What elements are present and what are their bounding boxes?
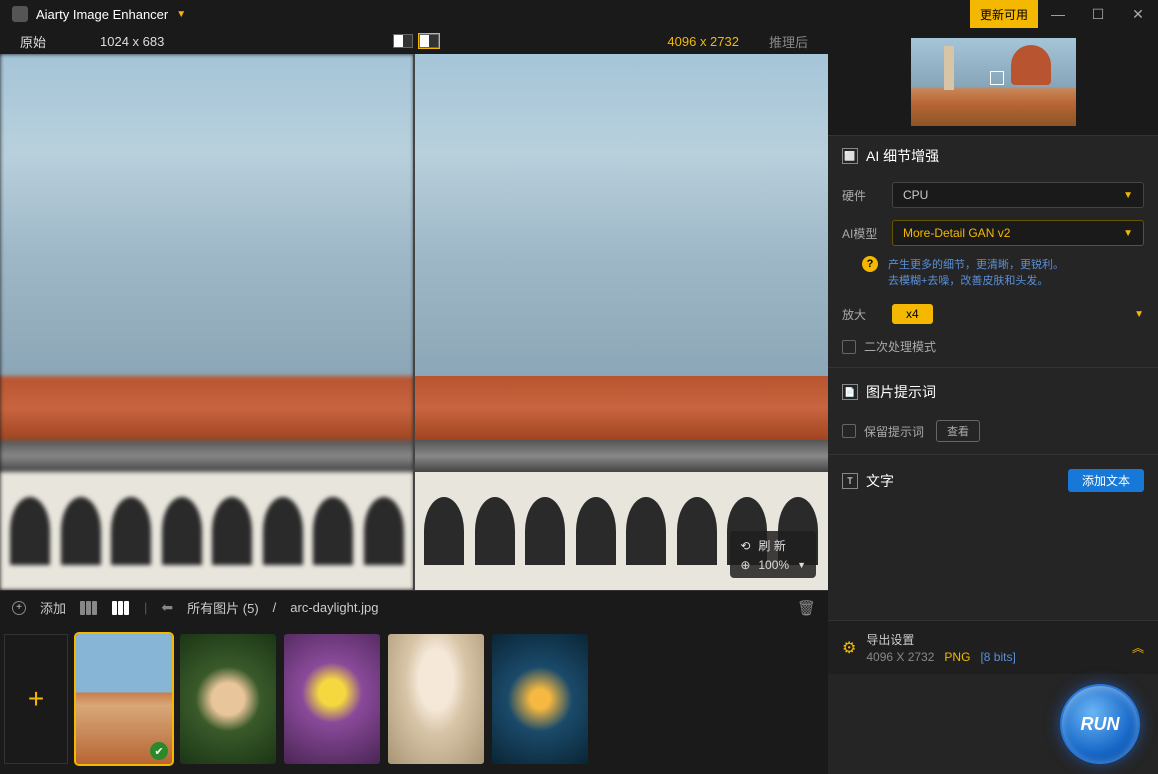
export-settings-row[interactable]: ⚙ 导出设置 4096 X 2732 PNG [8 bits] ︽ — [828, 620, 1158, 674]
model-label: AI模型 — [842, 225, 882, 242]
refresh-label[interactable]: 刷 新 — [758, 537, 785, 554]
chevron-down-icon: ▼ — [1123, 190, 1133, 201]
export-title: 导出设置 — [866, 631, 1015, 648]
app-logo — [12, 6, 28, 22]
view-strip-icon[interactable] — [112, 601, 130, 615]
zoom-value: 100% — [758, 558, 789, 572]
all-images-link[interactable]: 所有图片 (5) — [187, 598, 259, 617]
expand-chevron-icon[interactable]: ︽ — [1132, 639, 1144, 656]
thumbnail-3[interactable] — [284, 634, 380, 764]
zoom-controls: ⟲ 刷 新 ⊕ 100% ▼ — [730, 531, 816, 578]
titlebar: Aiarty Image Enhancer ▼ 更新可用 — ☐ ✕ — [0, 0, 1158, 28]
second-pass-label: 二次处理模式 — [864, 338, 936, 355]
refresh-icon[interactable]: ⟲ — [740, 539, 750, 553]
check-icon: ✔ — [150, 742, 168, 760]
breadcrumb-bar: + 添加 | ⬅ 所有图片 (5) / arc-daylight.jpg 🗑 — [0, 590, 828, 624]
back-icon[interactable]: ⬅ — [161, 599, 173, 616]
preview-area[interactable]: ⟲ 刷 新 ⊕ 100% ▼ — [0, 54, 828, 590]
hardware-select[interactable]: CPU▼ — [892, 182, 1144, 208]
ai-enhance-header: ⬜ AI 细节增强 — [828, 136, 1158, 176]
controls-panel: ⬜ AI 细节增强 硬件 CPU▼ AI模型 More-Detail GAN v… — [828, 28, 1158, 774]
current-filename: arc-daylight.jpg — [290, 600, 378, 615]
thumbnail-5[interactable] — [492, 634, 588, 764]
view-mode-single-icon[interactable] — [419, 34, 439, 48]
thumbnail-1[interactable]: ✔ — [76, 634, 172, 764]
model-description: ? 产生更多的细节，更清晰，更锐利。去模糊+去噪，改善皮肤和头发。 — [828, 252, 1158, 298]
add-image-button[interactable]: + — [4, 634, 68, 764]
thumbnail-2[interactable] — [180, 634, 276, 764]
maximize-button[interactable]: ☐ — [1078, 0, 1118, 28]
app-menu-chevron-icon[interactable]: ▼ — [176, 9, 186, 20]
dimensions-bar: 原始 1024 x 683 4096 x 2732 推理后 — [0, 28, 828, 54]
navigator-preview[interactable] — [828, 28, 1158, 136]
run-button[interactable]: RUN — [1060, 684, 1140, 764]
second-pass-checkbox[interactable] — [842, 340, 856, 354]
prompt-header: 📄 图片提示词 — [828, 372, 1158, 412]
add-text-button[interactable]: 添加文本 — [1068, 469, 1144, 492]
split-divider[interactable] — [413, 54, 415, 590]
delete-icon[interactable]: 🗑 — [797, 599, 816, 617]
view-mode-split-icon[interactable] — [393, 34, 413, 48]
scale-value-button[interactable]: x4 — [892, 304, 933, 324]
minimize-button[interactable]: — — [1038, 0, 1078, 28]
hardware-label: 硬件 — [842, 187, 882, 204]
prompt-icon: 📄 — [842, 384, 858, 400]
thumbnail-4[interactable] — [388, 634, 484, 764]
chevron-down-icon: ▼ — [1123, 228, 1133, 239]
info-icon[interactable]: ? — [862, 256, 878, 272]
view-prompt-button[interactable]: 查看 — [936, 420, 980, 442]
scale-label: 放大 — [842, 306, 882, 323]
scale-chevron-icon[interactable]: ▼ — [1134, 309, 1144, 320]
zoom-icon: ⊕ — [740, 558, 750, 572]
export-bits: [8 bits] — [980, 650, 1015, 664]
model-select[interactable]: More-Detail GAN v2▼ — [892, 220, 1144, 246]
output-dimensions: 4096 x 2732 — [667, 34, 739, 49]
enhance-icon: ⬜ — [842, 148, 858, 164]
preview-enhanced — [414, 54, 828, 590]
export-dims: 4096 X 2732 — [866, 650, 934, 664]
keep-prompt-label: 保留提示词 — [864, 423, 924, 440]
post-label: 推理后 — [769, 32, 808, 51]
keep-prompt-checkbox[interactable] — [842, 424, 856, 438]
navigator-viewport-box[interactable] — [990, 71, 1004, 85]
text-icon: T — [842, 473, 858, 489]
original-dimensions: 1024 x 683 — [100, 34, 164, 49]
zoom-chevron-icon[interactable]: ▼ — [797, 560, 806, 570]
add-icon[interactable]: + — [12, 601, 26, 615]
app-title: Aiarty Image Enhancer — [36, 7, 168, 22]
add-label[interactable]: 添加 — [40, 598, 66, 617]
export-format: PNG — [944, 650, 970, 664]
text-header: T 文字 添加文本 — [828, 459, 1158, 502]
gear-icon: ⚙ — [842, 638, 856, 658]
close-button[interactable]: ✕ — [1118, 0, 1158, 28]
preview-original — [0, 54, 414, 590]
original-label: 原始 — [20, 32, 80, 51]
view-grid-icon[interactable] — [80, 601, 98, 615]
thumbnail-strip: + ✔ — [0, 624, 828, 774]
update-available-button[interactable]: 更新可用 — [970, 0, 1038, 28]
